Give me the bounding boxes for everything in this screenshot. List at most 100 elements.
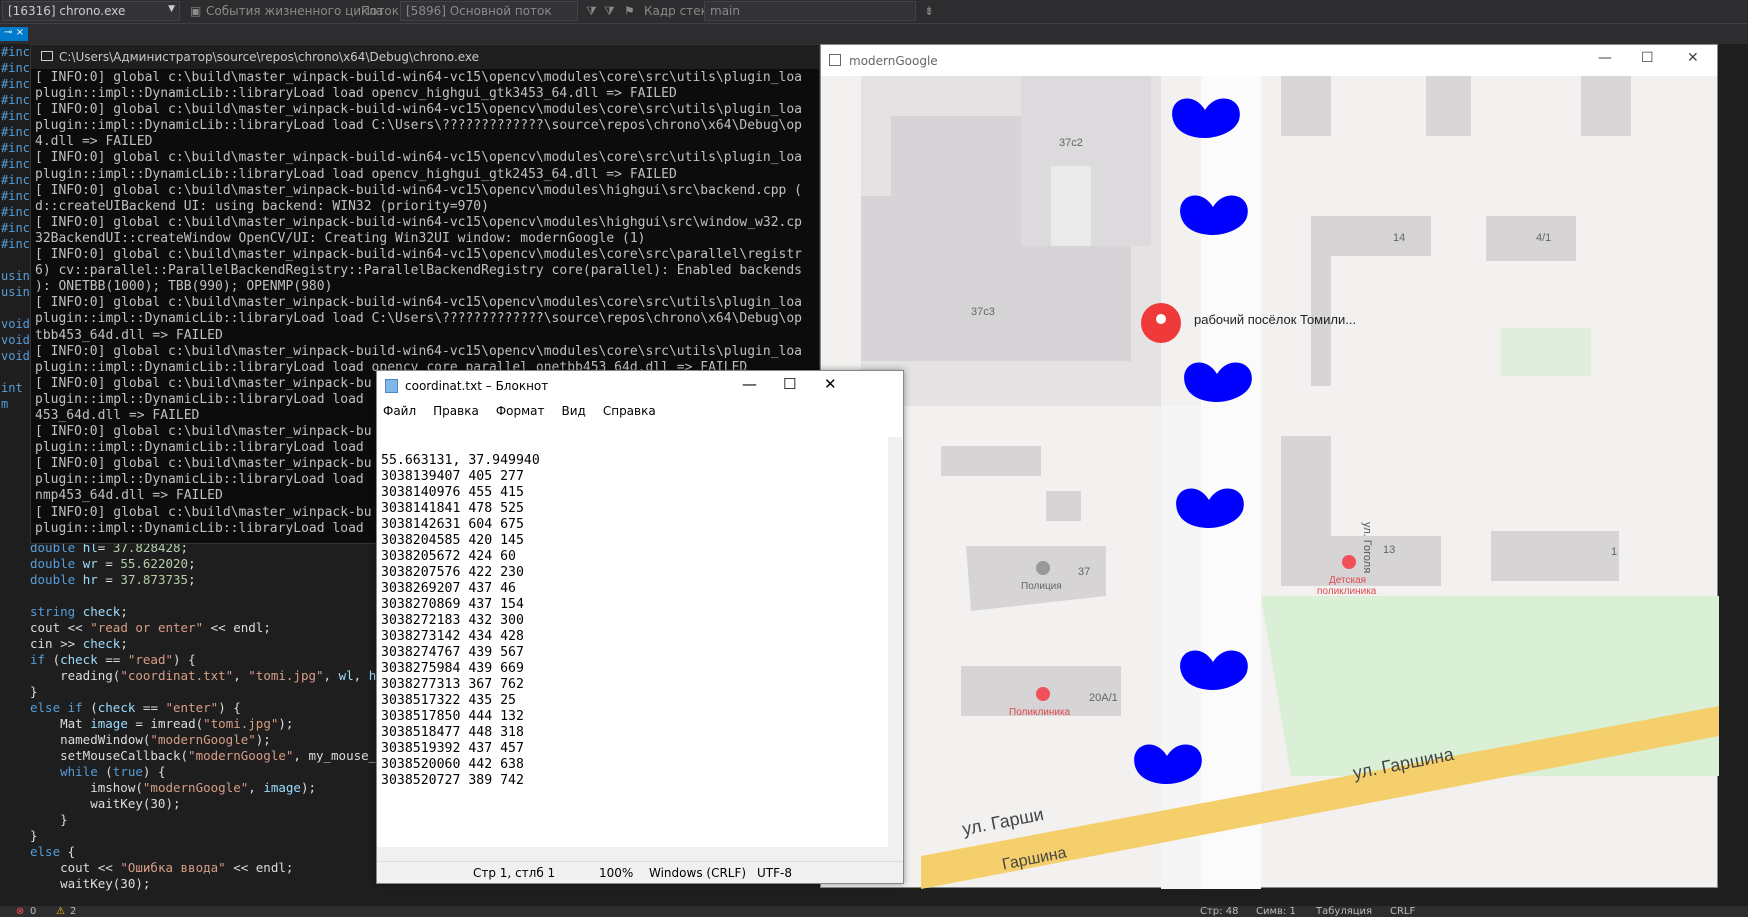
menu-help[interactable]: Справка <box>603 404 656 418</box>
code-token: ( <box>90 700 98 715</box>
code-token: ); <box>278 716 294 731</box>
code-line: namedWindow("modernGoogle"); <box>30 732 380 748</box>
error-count: 0 <box>30 906 37 917</box>
code-token: while <box>30 764 106 779</box>
code-token: check <box>60 652 98 667</box>
code-line: while (true) { <box>30 764 380 780</box>
status-position: Стр 1, стлб 1 <box>473 866 556 880</box>
code-token: = <box>97 556 121 571</box>
code-line: } <box>30 828 380 844</box>
status-zoom: 100% <box>599 866 634 880</box>
notepad-text-area[interactable]: 55.663131, 37.949940 3038139407 405 277 30… <box>381 437 877 857</box>
code-token: else <box>30 844 68 859</box>
status-tabs[interactable]: Табуляция <box>1316 906 1372 917</box>
notepad-line <box>381 437 877 453</box>
gutter-line: #incl <box>1 61 38 75</box>
console-line: [ INFO:0] global c:\build\master_winpack… <box>35 295 803 311</box>
code-token: { <box>67 844 76 859</box>
notepad-line: 3038140976 455 415 <box>381 485 524 500</box>
map-label-police: Полиция <box>1021 581 1062 592</box>
map-building <box>941 446 1041 476</box>
horizontal-scrollbar[interactable] <box>377 847 889 861</box>
console-line: plugin::impl::DynamicLib::libraryLoad lo… <box>35 166 677 182</box>
gutter-line <box>0 364 30 380</box>
menu-edit[interactable]: Правка <box>433 404 479 418</box>
process-value: [16316] chrono.exe <box>8 4 126 18</box>
notepad-line: 55.663131, 37.949940 <box>381 453 540 468</box>
notepad-window[interactable]: coordinat.txt – Блокнот — ☐ ✕ Файл Правка… <box>376 370 904 884</box>
map-titlebar[interactable]: modernGoogle — ☐ ✕ <box>821 45 1717 76</box>
code-token: << endl; <box>225 860 294 875</box>
console-line: [ INFO:0] global c:\build\master_winpack… <box>35 343 803 359</box>
warning-icon[interactable]: ⚠ <box>56 906 65 917</box>
code-line: string check; <box>30 604 380 620</box>
map-building-41 <box>1486 216 1576 261</box>
console-line: plugin::impl::DynamicLib::libraryLoad lo… <box>35 311 803 327</box>
code-editor[interactable]: double hl= 37.828428; double wr = 55.6220… <box>30 540 380 906</box>
overflow-icon[interactable]: ⇟ <box>924 4 934 18</box>
editor-tabstrip: ⊸ × <box>0 24 1748 44</box>
code-line: waitKey(30); <box>30 876 380 892</box>
error-icon[interactable]: ⊗ <box>16 906 24 917</box>
code-token: ( <box>105 764 113 779</box>
code-token: imshow( <box>30 780 143 795</box>
gutter-line: #incl <box>1 109 38 123</box>
notepad-title: coordinat.txt – Блокнот <box>405 379 549 393</box>
stack-frame-select[interactable]: main <box>704 1 916 21</box>
maximize-icon[interactable]: ☐ <box>783 375 796 393</box>
code-line: if (check == "read") { <box>30 652 380 668</box>
code-token: "Ошибка ввода" <box>120 860 226 875</box>
minimize-icon[interactable]: — <box>1598 50 1612 66</box>
code-token: waitKey(30); <box>30 876 151 891</box>
pin-tab-icon[interactable]: ⊸ × <box>0 27 28 41</box>
code-token: , my_mouse_cal <box>293 748 380 763</box>
status-eol[interactable]: CRLF <box>1390 906 1415 917</box>
minimize-icon[interactable]: — <box>742 375 757 393</box>
code-token: wl <box>338 668 354 683</box>
flag-icon[interactable]: ⚑ <box>624 4 635 18</box>
vertical-scrollbar[interactable] <box>888 437 902 865</box>
code-token: "modernGoogle" <box>142 780 249 795</box>
console-titlebar[interactable]: C:\Users\Администратор\source\repos\chro… <box>31 45 819 69</box>
thread-select[interactable]: [5896] Основной поток <box>400 1 578 21</box>
menu-view[interactable]: Вид <box>562 404 586 418</box>
code-token: ; <box>188 572 196 587</box>
menu-format[interactable]: Формат <box>496 404 545 418</box>
code-token: ; <box>188 556 196 571</box>
code-token: "tomi.jpg" <box>203 716 279 731</box>
map-label-garshina-2: ул. Гарши <box>961 804 1046 839</box>
gutter-line: void <box>1 333 30 347</box>
code-token: reading( <box>30 668 121 683</box>
map-window[interactable]: modernGoogle — ☐ ✕ 37с2 37с3 14 4/1 13 1… <box>820 44 1719 889</box>
gutter-line <box>0 300 30 316</box>
code-token: ) { <box>218 700 241 715</box>
map-label-1: 1 <box>1611 546 1617 558</box>
code-line: } <box>30 812 380 828</box>
filter-threads-icon[interactable]: ⧩ <box>604 4 615 19</box>
code-line: waitKey(30); <box>30 796 380 812</box>
map-label-37: 37 <box>1078 566 1090 578</box>
menu-file[interactable]: Файл <box>383 404 416 418</box>
close-icon[interactable]: ✕ <box>1687 50 1699 66</box>
code-token: "enter" <box>165 700 219 715</box>
console-line: [ INFO:0] global c:\build\master_winpack… <box>35 214 803 230</box>
notepad-titlebar[interactable]: coordinat.txt – Блокнот — ☐ ✕ <box>377 371 903 401</box>
code-line: double wr = 55.622020; <box>30 556 380 572</box>
code-token: , <box>233 668 249 683</box>
code-token: 37.873735 <box>120 572 189 587</box>
filter-icon[interactable]: ⧩ <box>586 4 597 19</box>
status-column: Симв: 1 <box>1256 906 1296 917</box>
lifecycle-events-button[interactable]: События жизненного цикла <box>206 4 383 18</box>
map-image[interactable]: 37с2 37с3 14 4/1 13 1 37 20А/1 Полиция П… <box>821 76 1719 889</box>
gutter-line: #incl <box>1 189 38 203</box>
code-token: if <box>30 652 53 667</box>
code-token: "read" <box>127 652 174 667</box>
process-select[interactable]: [16316] chrono.exe ▼ <box>2 1 180 21</box>
close-icon[interactable]: ✕ <box>824 375 837 393</box>
maximize-icon[interactable]: ☐ <box>1641 50 1654 66</box>
notepad-line: 3038204585 420 145 <box>381 533 524 548</box>
notepad-app-icon <box>385 379 398 393</box>
notepad-statusbar: Стр 1, стлб 1 100% Windows (CRLF) UTF-8 <box>377 861 903 883</box>
map-building <box>1046 491 1081 521</box>
notepad-line: 3038520727 389 742 <box>381 773 524 788</box>
